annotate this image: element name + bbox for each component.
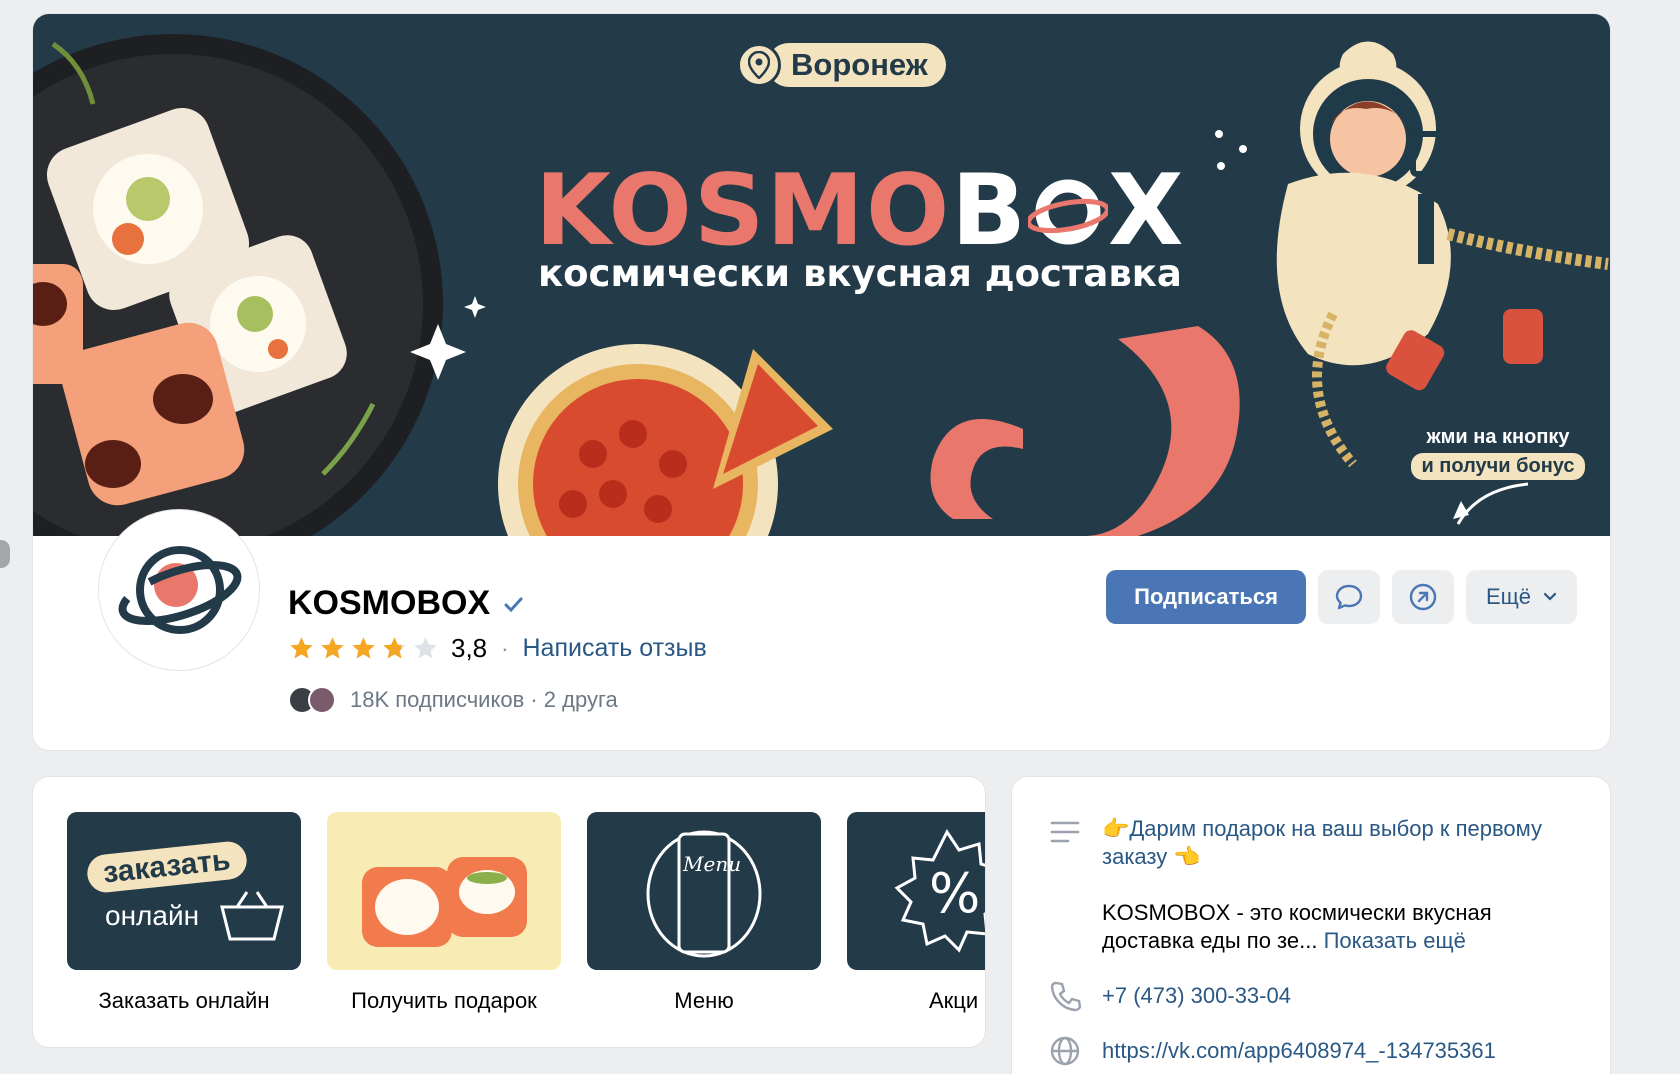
app-label: Получить подарок [351, 988, 537, 1013]
cover-tagline: космически вкусная доставка [538, 252, 1182, 295]
cover-image: Воронеж KOSMOB X космически вкусная доста… [33, 14, 1610, 536]
more-label: Ещё [1485, 584, 1531, 609]
location-pin-icon [737, 43, 781, 87]
promo-line-1: жми на кнопку [1426, 426, 1570, 448]
chevron-down-icon [1543, 592, 1557, 601]
city-label: Воронеж [767, 43, 946, 87]
show-more-link[interactable]: Показать ещё [1324, 928, 1466, 953]
separator-dot: · [501, 635, 509, 661]
basket-icon [220, 891, 284, 941]
rating-value: 3,8 [451, 633, 488, 663]
app-label: Заказать онлайн [98, 988, 270, 1013]
star-icon [290, 637, 313, 659]
website-row: https://vk.com/app6408974_-134735361 [1048, 1034, 1496, 1068]
followers-count: 18K подписчиков · 2 друга [350, 687, 618, 712]
phone-number[interactable]: +7 (473) 300-33-04 [1102, 982, 1291, 1010]
share-icon [1409, 583, 1437, 611]
star-icon [414, 637, 437, 659]
verified-check-icon[interactable] [502, 593, 524, 615]
followers-row[interactable]: 18K подписчиков · 2 друга [288, 686, 707, 714]
share-button[interactable] [1391, 570, 1454, 624]
planet-logo-icon [118, 546, 242, 634]
more-button[interactable]: Ещё [1465, 570, 1577, 624]
message-button[interactable] [1317, 570, 1380, 624]
app-thumb: Menu [587, 812, 821, 970]
profile-card: Воронеж KOSMOB X космически вкусная доста… [33, 14, 1610, 750]
subscribe-button[interactable]: Подписаться [1106, 570, 1306, 624]
menu-thumb-text: Menu [683, 852, 742, 876]
profile-actions: Подписаться Ещё [1106, 570, 1577, 624]
community-name: KOSMOBOX [288, 584, 491, 622]
city-badge: Воронеж [737, 43, 946, 87]
star-icon [352, 637, 375, 659]
about-description: KOSMOBOX - это космически вкусная достав… [1102, 899, 1572, 955]
sushi-image [362, 857, 527, 947]
message-icon [1335, 584, 1363, 610]
about-headline-row: 👉Дарим подарок на ваш выбор к первому за… [1048, 815, 1582, 871]
side-scroll-handle[interactable] [0, 540, 10, 568]
app-thumb: % [847, 812, 985, 970]
globe-icon [1050, 1036, 1080, 1066]
discount-percent-icon: % [894, 829, 985, 953]
community-avatar[interactable] [99, 510, 259, 670]
order-online-sub: онлайн [105, 900, 200, 931]
website-link[interactable]: https://vk.com/app6408974_-134735361 [1102, 1037, 1496, 1065]
app-get-gift[interactable]: Получить подарок [327, 812, 561, 1014]
star-icon [383, 637, 406, 659]
svg-text:%: % [929, 862, 980, 925]
community-info: KOSMOBOX 3,8 · Написать отзыв 18K подпис… [288, 584, 707, 714]
app-promotions[interactable]: % Акци [847, 812, 985, 1014]
about-card: 👉Дарим подарок на ваш выбор к первому за… [1012, 777, 1610, 1074]
app-order-online[interactable]: заказать онлайн Заказать онлайн [67, 812, 301, 1014]
menu-icon [646, 830, 762, 958]
star-rating [288, 635, 439, 662]
write-review-link[interactable]: Написать отзыв [522, 634, 706, 663]
app-label: Меню [674, 988, 734, 1013]
friend-avatar [308, 686, 336, 714]
app-label: Акци [929, 988, 979, 1013]
promo-line-2: и получи бонус [1411, 453, 1585, 480]
rating-row: 3,8 · Написать отзыв [288, 633, 707, 664]
brand-logo-text: KOSMOB X [535, 154, 1186, 268]
app-thumb [327, 812, 561, 970]
phone-icon [1050, 981, 1082, 1012]
app-thumb: заказать онлайн [67, 812, 301, 970]
cover-promo: жми на кнопку и получи бонус [1358, 426, 1610, 480]
about-headline[interactable]: 👉Дарим подарок на ваш выбор к первому за… [1102, 815, 1582, 871]
apps-card: заказать онлайн Заказать онлайн Получить… [33, 777, 985, 1047]
star-icon [321, 637, 344, 659]
phone-row: +7 (473) 300-33-04 [1048, 979, 1291, 1013]
app-menu[interactable]: Menu Меню [587, 812, 821, 1014]
description-lines-icon [1050, 821, 1080, 843]
